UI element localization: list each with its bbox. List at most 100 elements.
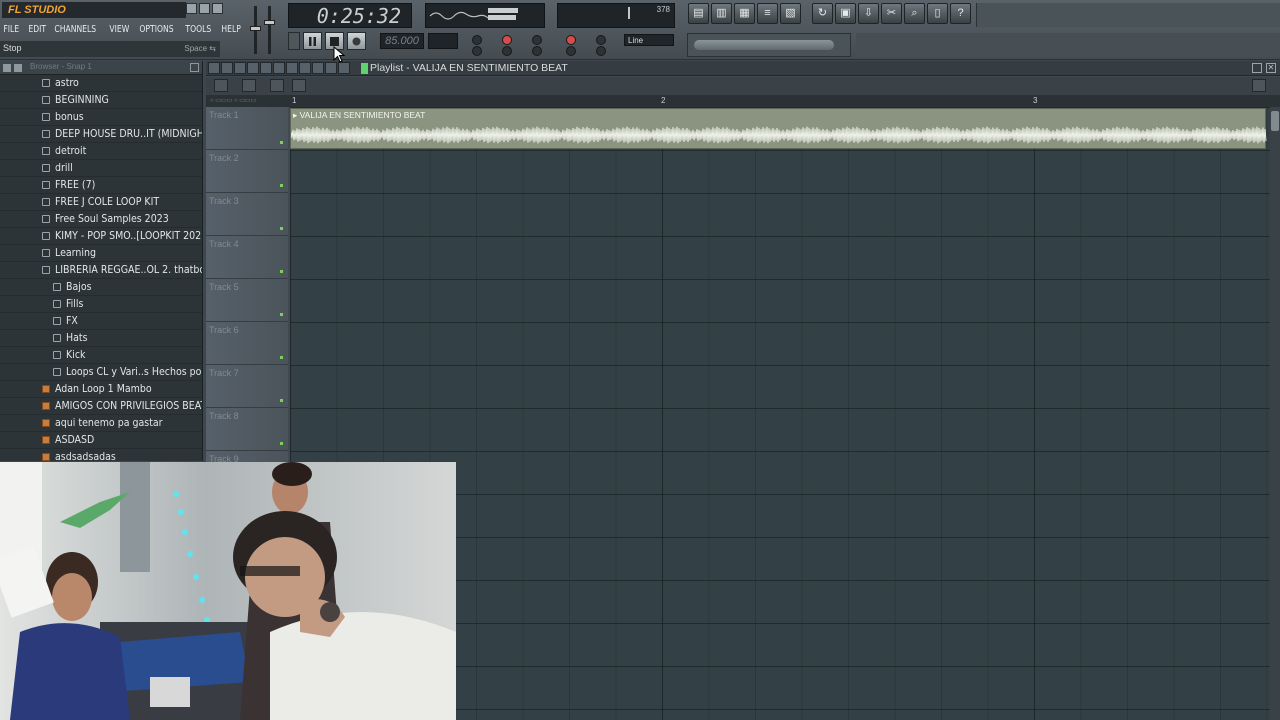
document-icon[interactable]: ▯ [927,3,948,24]
mode-toggle-6[interactable] [502,46,512,56]
pl-mute-icon[interactable] [273,62,285,74]
mode-toggle-7[interactable] [532,46,542,56]
audio-clip[interactable]: ▸ VALIJA EN SENTIMIENTO BEAT [290,108,1267,149]
playlist-title[interactable]: Playlist - VALIJA EN SENTIMIENTO BEAT [370,62,568,74]
close-button[interactable] [212,3,223,14]
playlist-scrollbar[interactable] [1270,107,1280,720]
track-mute-indicator[interactable] [280,442,283,445]
browser-collapse-icon[interactable] [14,63,22,72]
browser-options-icon[interactable] [3,63,11,72]
piano-roll-shortcut-icon[interactable]: ▥ [711,3,732,24]
browser-folder-item[interactable]: Kick [0,347,202,364]
pl-sub-button-2[interactable] [242,79,256,92]
pl-magnet-icon[interactable] [221,62,233,74]
browser-folder-item[interactable]: Free Soul Samples 2023 [0,211,202,228]
pl-scroll-left-icon[interactable] [292,79,306,92]
master-volume[interactable] [246,2,286,57]
track-header[interactable]: Track 5 [206,279,288,322]
browser-folder-item[interactable]: Fills [0,296,202,313]
playlist-options[interactable]: ○ ▭▭▭ ○ ▭▭▭ [210,97,256,104]
browser-folder-item[interactable]: detroit [0,143,202,160]
browser-folder-item[interactable]: Hats [0,330,202,347]
track-header[interactable]: Track 1 [206,107,288,150]
browser-folder-item[interactable]: DEEP HOUSE DRU..IT (MIDNIGHT) [0,126,202,143]
export-icon[interactable]: ⇩ [858,3,879,24]
track-mute-indicator[interactable] [280,184,283,187]
pl-sub-button-1[interactable] [214,79,228,92]
menu-tools[interactable]: TOOLS [182,21,215,38]
menu-file[interactable]: FILE [0,21,23,38]
track-mute-indicator[interactable] [280,356,283,359]
playlist-close-icon[interactable]: ✕ [1266,63,1276,73]
pl-slice-icon[interactable] [299,62,311,74]
browser-folder-item[interactable]: LIBRERIA REGGAE..OL 2. thatboyr [0,262,202,279]
help-icon[interactable]: ? [950,3,971,24]
refresh-icon[interactable]: ↻ [812,3,833,24]
timeline-ruler[interactable]: ○ ▭▭▭ ○ ▭▭▭ 1 2 3 [206,95,1280,107]
track-mute-indicator[interactable] [280,270,283,273]
mode-toggle-2[interactable] [532,35,542,45]
save-icon[interactable]: ▣ [835,3,856,24]
track-mute-indicator[interactable] [280,399,283,402]
play-pause-button[interactable] [303,32,322,50]
pl-scroll-right-icon[interactable] [1252,79,1266,92]
mode-toggle-8[interactable] [566,46,576,56]
mode-toggle-1[interactable] [472,35,482,45]
track-header[interactable]: Track 2 [206,150,288,193]
search-icon[interactable]: ⌕ [904,3,925,24]
browser-folder-item[interactable]: Bajos [0,279,202,296]
browser-folder-item[interactable]: BEGINNING [0,92,202,109]
browser-shortcut-icon[interactable]: ▧ [780,3,801,24]
pattern-display[interactable] [428,33,458,49]
playlist-shortcut-icon[interactable]: ▤ [688,3,709,24]
pl-sub-button-3[interactable] [270,79,284,92]
menu-channels[interactable]: CHANNELS [51,21,100,38]
menu-options[interactable]: OPTIONS [136,21,177,38]
browser-folder-item[interactable]: astro [0,75,202,92]
record-button[interactable] [347,32,366,50]
pl-menu-icon[interactable] [208,62,220,74]
pl-select-icon[interactable] [312,62,324,74]
browser-file-item[interactable]: aqui tenemo pa gastar [0,415,202,432]
pat-song-toggle[interactable] [288,32,300,50]
menu-help[interactable]: HELP [218,21,244,38]
pl-draw-icon[interactable] [234,62,246,74]
track-mute-indicator[interactable] [280,227,283,230]
track-mute-indicator[interactable] [280,313,283,316]
mode-toggle-3[interactable] [566,35,576,45]
browser-file-item[interactable]: ASDASD [0,432,202,449]
pl-paint-icon[interactable] [247,62,259,74]
song-time-display[interactable]: 0:25:32 [288,3,412,28]
browser-folder-item[interactable]: Loops CL y Vari..s Hechos por R [0,364,202,381]
browser-folder-item[interactable]: FREE (7) [0,177,202,194]
browser-folder-item[interactable]: FREE J COLE LOOP KIT [0,194,202,211]
mixer-shortcut-icon[interactable]: ≡ [757,3,778,24]
browser-close-icon[interactable] [190,63,199,72]
mode-toggle-9[interactable] [596,46,606,56]
browser-folder-item[interactable]: Learning [0,245,202,262]
browser-file-item[interactable]: Adan Loop 1 Mambo [0,381,202,398]
tempo-display[interactable]: 85.000 [380,33,424,49]
track-header[interactable]: Track 3 [206,193,288,236]
menu-view[interactable]: VIEW [106,21,133,38]
browser-folder-item[interactable]: drill [0,160,202,177]
snap-select[interactable]: Line [624,34,674,46]
pl-delete-icon[interactable] [260,62,272,74]
menu-edit[interactable]: EDIT [25,21,49,38]
channel-rack-shortcut-icon[interactable]: ▦ [734,3,755,24]
browser-file-item[interactable]: AMIGOS CON PRIVILEGIOS BEAT [0,398,202,415]
minimize-button[interactable] [186,3,197,14]
track-header[interactable]: Track 7 [206,365,288,408]
pl-slip-icon[interactable] [286,62,298,74]
mode-toggle-5[interactable] [472,46,482,56]
mode-toggle-4[interactable] [596,35,606,45]
track-header[interactable]: Track 4 [206,236,288,279]
mode-toggle-record[interactable] [502,35,512,45]
cut-icon[interactable]: ✂ [881,3,902,24]
browser-folder-item[interactable]: bonus [0,109,202,126]
track-mute-indicator[interactable] [280,141,283,144]
playlist-maximize-icon[interactable] [1252,63,1262,73]
maximize-button[interactable] [199,3,210,14]
browser-folder-item[interactable]: FX [0,313,202,330]
track-header[interactable]: Track 8 [206,408,288,451]
